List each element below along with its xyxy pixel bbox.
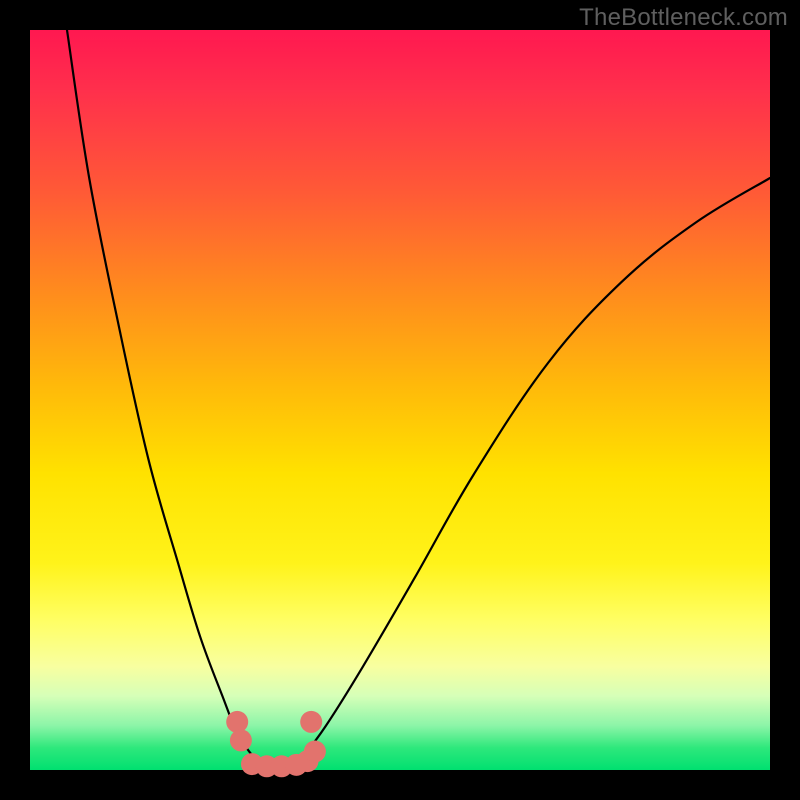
marker-group [226, 711, 326, 777]
marker-dot [304, 741, 326, 763]
marker-dot [300, 711, 322, 733]
chart-svg [30, 30, 770, 770]
chart-frame: TheBottleneck.com [0, 0, 800, 800]
marker-dot [230, 729, 252, 751]
curve-left [67, 30, 267, 770]
chart-plot-area [30, 30, 770, 770]
curve-right [289, 178, 770, 770]
marker-dot [226, 711, 248, 733]
watermark-text: TheBottleneck.com [579, 4, 788, 32]
